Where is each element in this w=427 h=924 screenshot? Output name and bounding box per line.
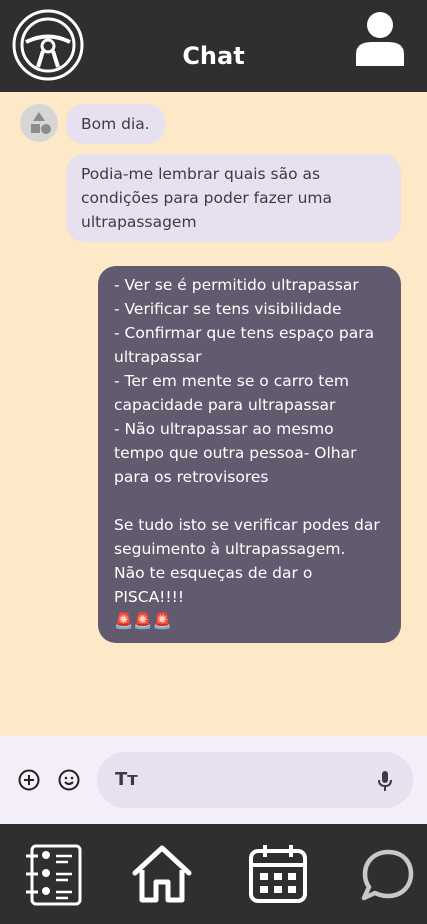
contacts-icon[interactable]: [22, 842, 86, 906]
contact-avatar: [20, 104, 58, 142]
message-bubble: Podia-me lembrar quais são as condições …: [66, 154, 401, 242]
emoji-icon[interactable]: [58, 769, 80, 791]
app-header: Chat: [0, 0, 427, 92]
message-bubble: Bom dia.: [66, 104, 165, 144]
calendar-icon[interactable]: [246, 842, 310, 906]
bottom-nav: [0, 824, 427, 924]
message-bubble: - Ver se é permitido ultrapassar - Verif…: [98, 266, 401, 643]
microphone-icon[interactable]: [377, 770, 393, 792]
user-icon[interactable]: [354, 10, 406, 68]
message-input[interactable]: Tт: [97, 752, 413, 808]
add-icon[interactable]: [18, 769, 40, 791]
home-icon[interactable]: [130, 842, 194, 906]
composer-bar: Tт: [0, 736, 427, 824]
chat-icon[interactable]: [356, 842, 420, 906]
message-list: Bom dia. Podia-me lembrar quais são as c…: [0, 92, 427, 736]
text-format-button[interactable]: Tт: [115, 769, 138, 790]
